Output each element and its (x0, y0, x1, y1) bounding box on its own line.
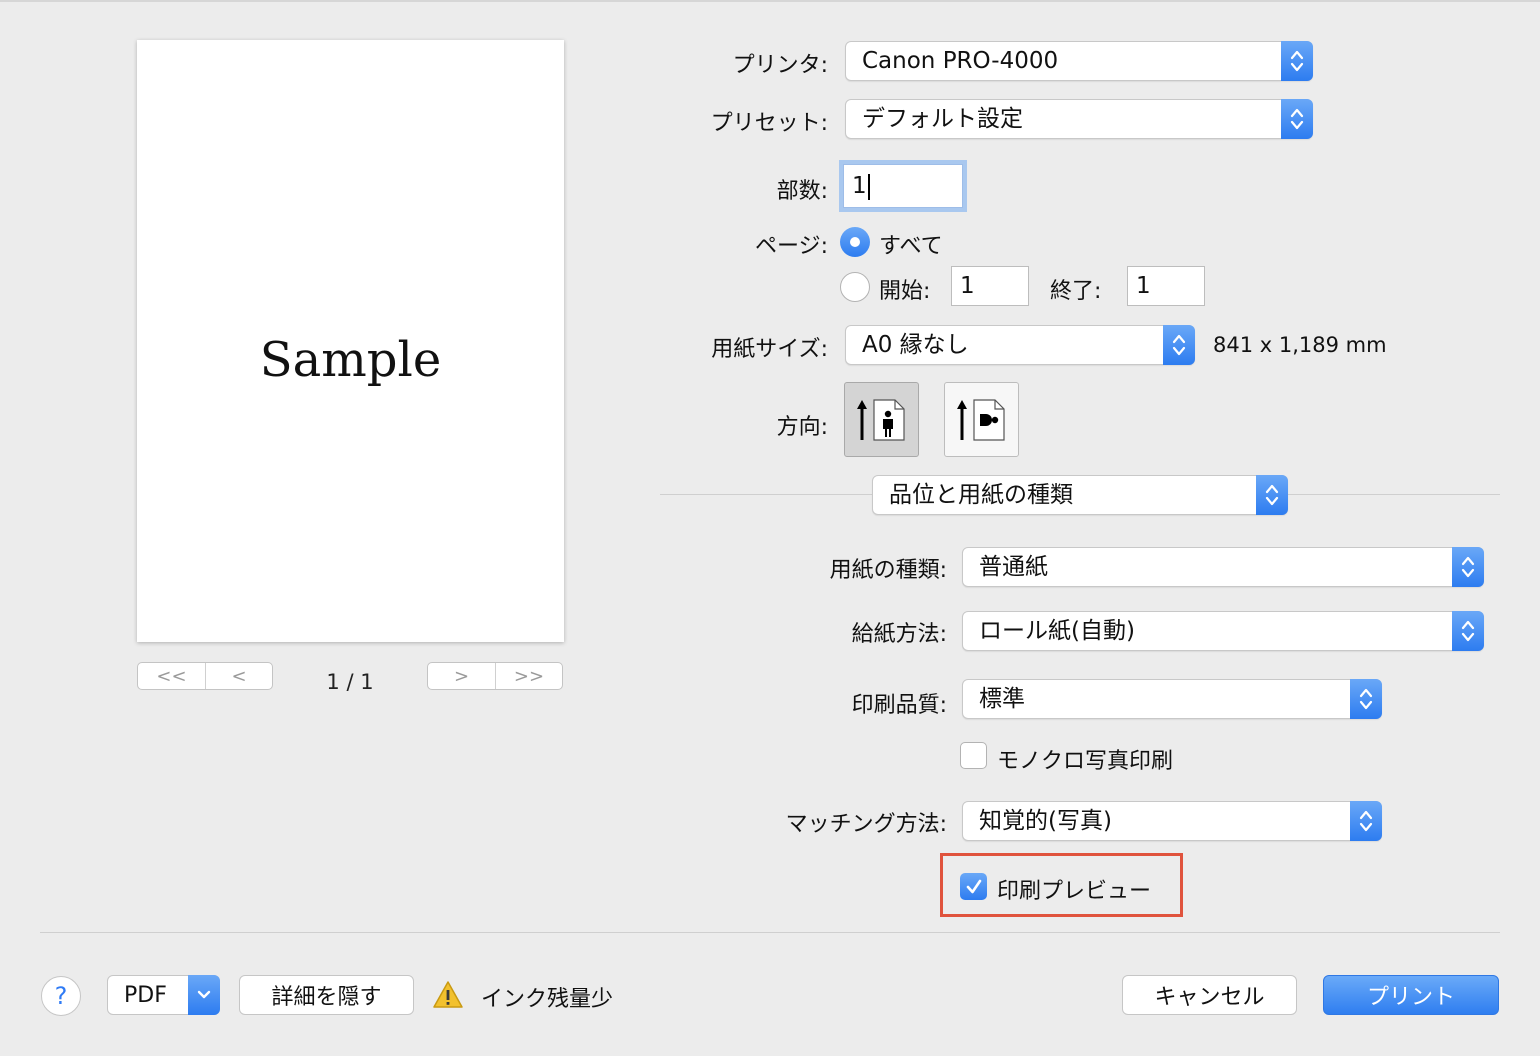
pager-back-group: << < (137, 662, 273, 690)
pages-label: ページ: (755, 234, 828, 259)
page-counter: 1 / 1 (326, 670, 374, 694)
up-down-arrows-icon (1281, 99, 1313, 139)
matching-label: マッチング方法: (785, 812, 947, 837)
footer-divider (40, 932, 1500, 933)
up-down-arrows-icon (1163, 325, 1195, 365)
orientation-portrait-button[interactable] (844, 382, 919, 457)
top-border (0, 0, 1540, 2)
up-down-arrows-icon (1256, 475, 1288, 515)
landscape-orientation-icon (956, 398, 1005, 441)
pages-range-radio[interactable] (840, 272, 870, 302)
matching-popup[interactable]: 知覚的(写真) (962, 801, 1382, 841)
section-popup[interactable]: 品位と用紙の種類 (872, 475, 1288, 515)
up-down-arrows-icon (1350, 801, 1382, 841)
print-quality-value: 標準 (979, 686, 1025, 712)
up-down-arrows-icon (1281, 41, 1313, 81)
media-type-value: 普通紙 (979, 554, 1048, 580)
mono-photo-checkbox[interactable] (960, 742, 987, 769)
pages-from-label: 開始: (879, 279, 931, 304)
print-button[interactable]: プリント (1323, 975, 1499, 1015)
mono-photo-label: モノクロ写真印刷 (997, 749, 1174, 774)
ink-warning-text: インク残量少 (481, 987, 614, 1012)
pages-to-field[interactable]: 1 (1127, 266, 1205, 306)
pdf-menu-button[interactable]: PDF (107, 975, 220, 1015)
cancel-button[interactable]: キャンセル (1122, 975, 1297, 1015)
paper-source-value: ロール紙(自動) (979, 618, 1135, 644)
paper-size-value: A0 縁なし (862, 332, 969, 358)
paper-size-label: 用紙サイズ: (711, 337, 828, 362)
orientation-label: 方向: (776, 415, 828, 440)
pages-from-field[interactable]: 1 (951, 266, 1029, 306)
copies-label: 部数: (776, 179, 828, 204)
paper-size-popup[interactable]: A0 縁なし (845, 325, 1195, 365)
print-quality-popup[interactable]: 標準 (962, 679, 1382, 719)
printer-label: プリンタ: (732, 53, 828, 78)
up-down-arrows-icon (1452, 547, 1484, 587)
warning-icon (433, 981, 463, 1008)
preset-value: デフォルト設定 (862, 106, 1023, 132)
chevron-down-icon (188, 975, 220, 1015)
next-page-button[interactable]: > (428, 663, 495, 689)
copies-value: 1 (852, 173, 867, 199)
print-preview-checkbox[interactable] (960, 873, 987, 900)
up-down-arrows-icon (1452, 611, 1484, 651)
portrait-orientation-icon (856, 398, 905, 441)
paper-source-popup[interactable]: ロール紙(自動) (962, 611, 1484, 651)
print-quality-label: 印刷品質: (851, 693, 947, 718)
printer-popup[interactable]: Canon PRO-4000 (845, 41, 1313, 81)
print-preview-label: 印刷プレビュー (997, 879, 1152, 904)
printer-value: Canon PRO-4000 (862, 48, 1059, 74)
help-button[interactable]: ? (41, 976, 81, 1016)
media-type-popup[interactable]: 普通紙 (962, 547, 1484, 587)
section-value: 品位と用紙の種類 (889, 482, 1073, 508)
pages-all-label: すべて (879, 234, 943, 259)
pages-to-label: 終了: (1050, 279, 1102, 304)
orientation-landscape-button[interactable] (944, 382, 1019, 457)
paper-source-label: 給紙方法: (851, 622, 947, 647)
hide-details-button[interactable]: 詳細を隠す (239, 975, 414, 1015)
pages-all-radio[interactable] (840, 227, 870, 257)
paper-dimensions: 841 x 1,189 mm (1213, 333, 1387, 357)
page-preview: Sample (137, 40, 564, 642)
up-down-arrows-icon (1350, 679, 1382, 719)
preset-label: プリセット: (710, 111, 828, 136)
first-page-button[interactable]: << (138, 663, 205, 689)
checkmark-icon (966, 879, 981, 893)
previous-page-button[interactable]: < (205, 663, 272, 689)
copies-field[interactable]: 1 (843, 164, 963, 208)
text-caret (867, 173, 870, 200)
matching-value: 知覚的(写真) (979, 808, 1112, 834)
last-page-button[interactable]: >> (495, 663, 562, 689)
preset-popup[interactable]: デフォルト設定 (845, 99, 1313, 139)
pdf-label: PDF (124, 982, 167, 1008)
pager-forward-group: > >> (427, 662, 563, 690)
media-type-label: 用紙の種類: (829, 558, 947, 583)
preview-sample-text: Sample (259, 332, 442, 388)
